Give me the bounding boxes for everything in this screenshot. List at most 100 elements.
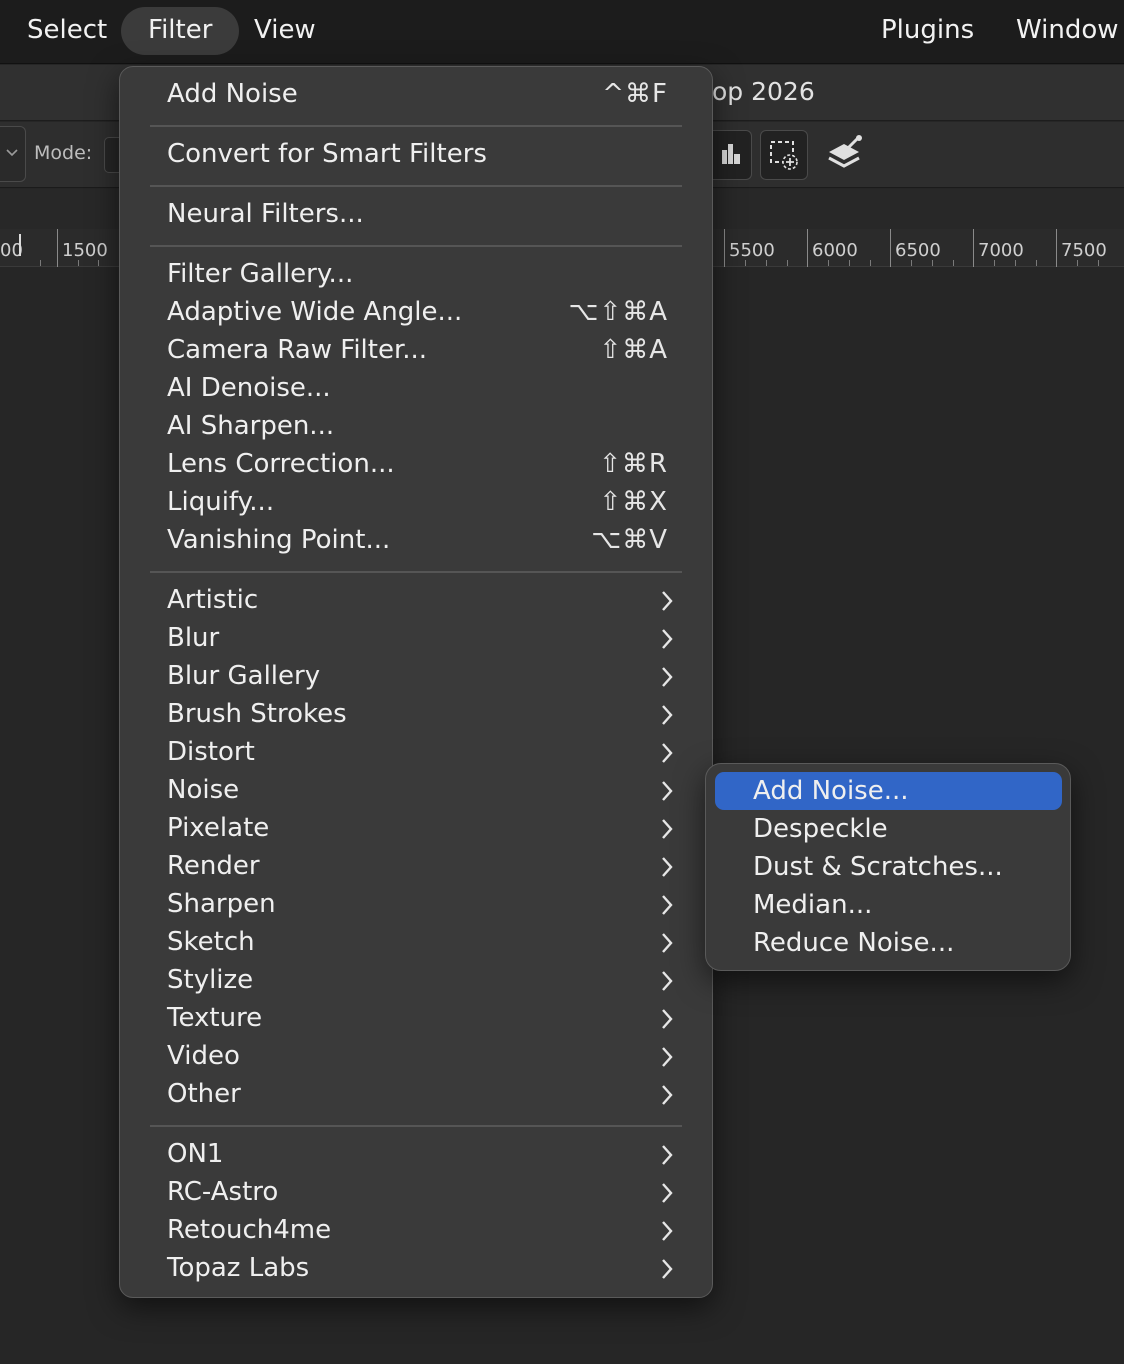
menu-item-label: Reduce Noise... <box>753 928 955 958</box>
menu-item-on1[interactable]: ON1 <box>120 1135 712 1173</box>
menu-item-label: Artistic <box>167 585 259 615</box>
menu-item-label: Blur <box>167 623 220 653</box>
chevron-right-icon <box>660 1181 674 1209</box>
menu-item-label: Sharpen <box>167 889 276 919</box>
menu-item-video[interactable]: Video <box>120 1037 712 1075</box>
menu-item-blur[interactable]: Blur <box>120 619 712 657</box>
ruler-tick <box>787 260 788 266</box>
menu-item-other[interactable]: Other <box>120 1075 712 1113</box>
chevron-right-icon <box>660 893 674 921</box>
ruler-tick <box>849 260 850 266</box>
menu-item-ai-denoise[interactable]: AI Denoise... <box>120 369 712 407</box>
chevron-right-icon <box>660 1007 674 1035</box>
chevron-right-icon <box>660 589 674 617</box>
menu-item-label: Camera Raw Filter... <box>167 335 428 365</box>
menu-item-blur-gallery[interactable]: Blur Gallery <box>120 657 712 695</box>
menu-item-shortcut: ⇧⌘A <box>599 335 668 365</box>
window-title: op 2026 <box>712 77 815 106</box>
ruler-tick <box>745 260 746 266</box>
menu-item-noise[interactable]: Noise <box>120 771 712 809</box>
menu-item-filter-gallery[interactable]: Filter Gallery... <box>120 255 712 293</box>
ruler-tick <box>78 260 79 266</box>
menu-item-vanishing-point[interactable]: Vanishing Point... ⌥⌘V <box>120 521 712 559</box>
menu-item-brush-strokes[interactable]: Brush Strokes <box>120 695 712 733</box>
menu-item-label: Stylize <box>167 965 254 995</box>
menu-item-last-filter[interactable]: Add Noise ^⌘F <box>120 75 712 113</box>
submenu-item-median[interactable]: Median... <box>715 886 1062 924</box>
menu-item-shortcut: ^⌘F <box>602 79 668 109</box>
menu-item-texture[interactable]: Texture <box>120 999 712 1037</box>
menu-item-label: Brush Strokes <box>167 699 347 729</box>
menu-item-label: Other <box>167 1079 241 1109</box>
menu-item-label: Distort <box>167 737 255 767</box>
chevron-right-icon <box>660 1045 674 1073</box>
ruler-cursor-marker <box>19 234 21 256</box>
menu-item-neural-filters[interactable]: Neural Filters... <box>120 195 712 233</box>
ruler-tick <box>953 260 954 266</box>
menu-item-label: Median... <box>753 890 873 920</box>
ruler-tick <box>911 260 912 266</box>
chevron-right-icon <box>660 855 674 883</box>
submenu-item-dust-scratches[interactable]: Dust & Scratches... <box>715 848 1062 886</box>
menu-view[interactable]: View <box>254 7 316 55</box>
submenu-item-reduce-noise[interactable]: Reduce Noise... <box>715 924 1062 962</box>
menu-item-rc-astro[interactable]: RC-Astro <box>120 1173 712 1211</box>
menu-separator <box>150 125 682 127</box>
menu-item-liquify[interactable]: Liquify... ⇧⌘X <box>120 483 712 521</box>
menu-plugins[interactable]: Plugins <box>881 7 974 55</box>
ruler-tick <box>98 260 99 266</box>
menu-item-sketch[interactable]: Sketch <box>120 923 712 961</box>
menu-item-label: Pixelate <box>167 813 270 843</box>
menu-item-shortcut: ⌥⌘V <box>591 525 668 555</box>
chevron-right-icon <box>660 627 674 655</box>
menu-item-convert-smart-filters[interactable]: Convert for Smart Filters <box>120 135 712 173</box>
refine-edge-icon[interactable] <box>826 134 864 178</box>
menu-item-shortcut: ⇧⌘R <box>599 449 668 479</box>
menu-item-pixelate[interactable]: Pixelate <box>120 809 712 847</box>
selection-add-icon <box>770 141 798 170</box>
menu-item-stylize[interactable]: Stylize <box>120 961 712 999</box>
submenu-item-add-noise[interactable]: Add Noise... <box>715 772 1062 810</box>
ruler-tick <box>1015 260 1016 266</box>
menu-item-adaptive-wide-angle[interactable]: Adaptive Wide Angle... ⌥⇧⌘A <box>120 293 712 331</box>
menu-select[interactable]: Select <box>27 7 107 55</box>
ruler-tick <box>40 260 41 266</box>
menu-item-label: Sketch <box>167 927 255 957</box>
ruler-label: 7500 <box>1056 229 1107 267</box>
chevron-right-icon <box>660 1257 674 1285</box>
chevron-right-icon <box>660 1083 674 1111</box>
menu-separator <box>150 571 682 573</box>
ruler-label: 1500 <box>57 229 108 267</box>
chevron-right-icon <box>660 969 674 997</box>
chevron-right-icon <box>660 1143 674 1171</box>
menu-item-label: AI Denoise... <box>167 373 331 403</box>
add-selection-button[interactable] <box>760 130 808 180</box>
menu-item-label: Convert for Smart Filters <box>167 139 487 169</box>
submenu-item-despeckle[interactable]: Despeckle <box>715 810 1062 848</box>
filter-menu: Add Noise ^⌘F Convert for Smart Filters … <box>119 66 713 1298</box>
chevron-right-icon <box>660 817 674 845</box>
chevron-right-icon <box>660 703 674 731</box>
menu-item-label: Vanishing Point... <box>167 525 391 555</box>
menu-item-label: ON1 <box>167 1139 224 1169</box>
menu-filter[interactable]: Filter <box>121 7 240 55</box>
menu-item-ai-sharpen[interactable]: AI Sharpen... <box>120 407 712 445</box>
histogram-icon <box>722 144 740 164</box>
ruler-label: 5500 <box>724 229 775 267</box>
menu-item-distort[interactable]: Distort <box>120 733 712 771</box>
menu-item-render[interactable]: Render <box>120 847 712 885</box>
menu-item-artistic[interactable]: Artistic <box>120 581 712 619</box>
menu-item-shortcut: ⇧⌘X <box>599 487 668 517</box>
tool-preset-dropdown[interactable] <box>0 126 26 182</box>
menu-item-label: Add Noise <box>167 79 298 109</box>
menu-item-sharpen[interactable]: Sharpen <box>120 885 712 923</box>
menu-item-label: Despeckle <box>753 814 888 844</box>
menu-item-label: Blur Gallery <box>167 661 321 691</box>
menu-item-lens-correction[interactable]: Lens Correction... ⇧⌘R <box>120 445 712 483</box>
menu-window[interactable]: Window <box>1016 7 1119 55</box>
menu-item-retouch4me[interactable]: Retouch4me <box>120 1211 712 1249</box>
ruler-tick <box>870 260 871 266</box>
menu-item-camera-raw-filter[interactable]: Camera Raw Filter... ⇧⌘A <box>120 331 712 369</box>
mode-label: Mode: <box>34 142 93 164</box>
menu-item-topaz-labs[interactable]: Topaz Labs <box>120 1249 712 1287</box>
